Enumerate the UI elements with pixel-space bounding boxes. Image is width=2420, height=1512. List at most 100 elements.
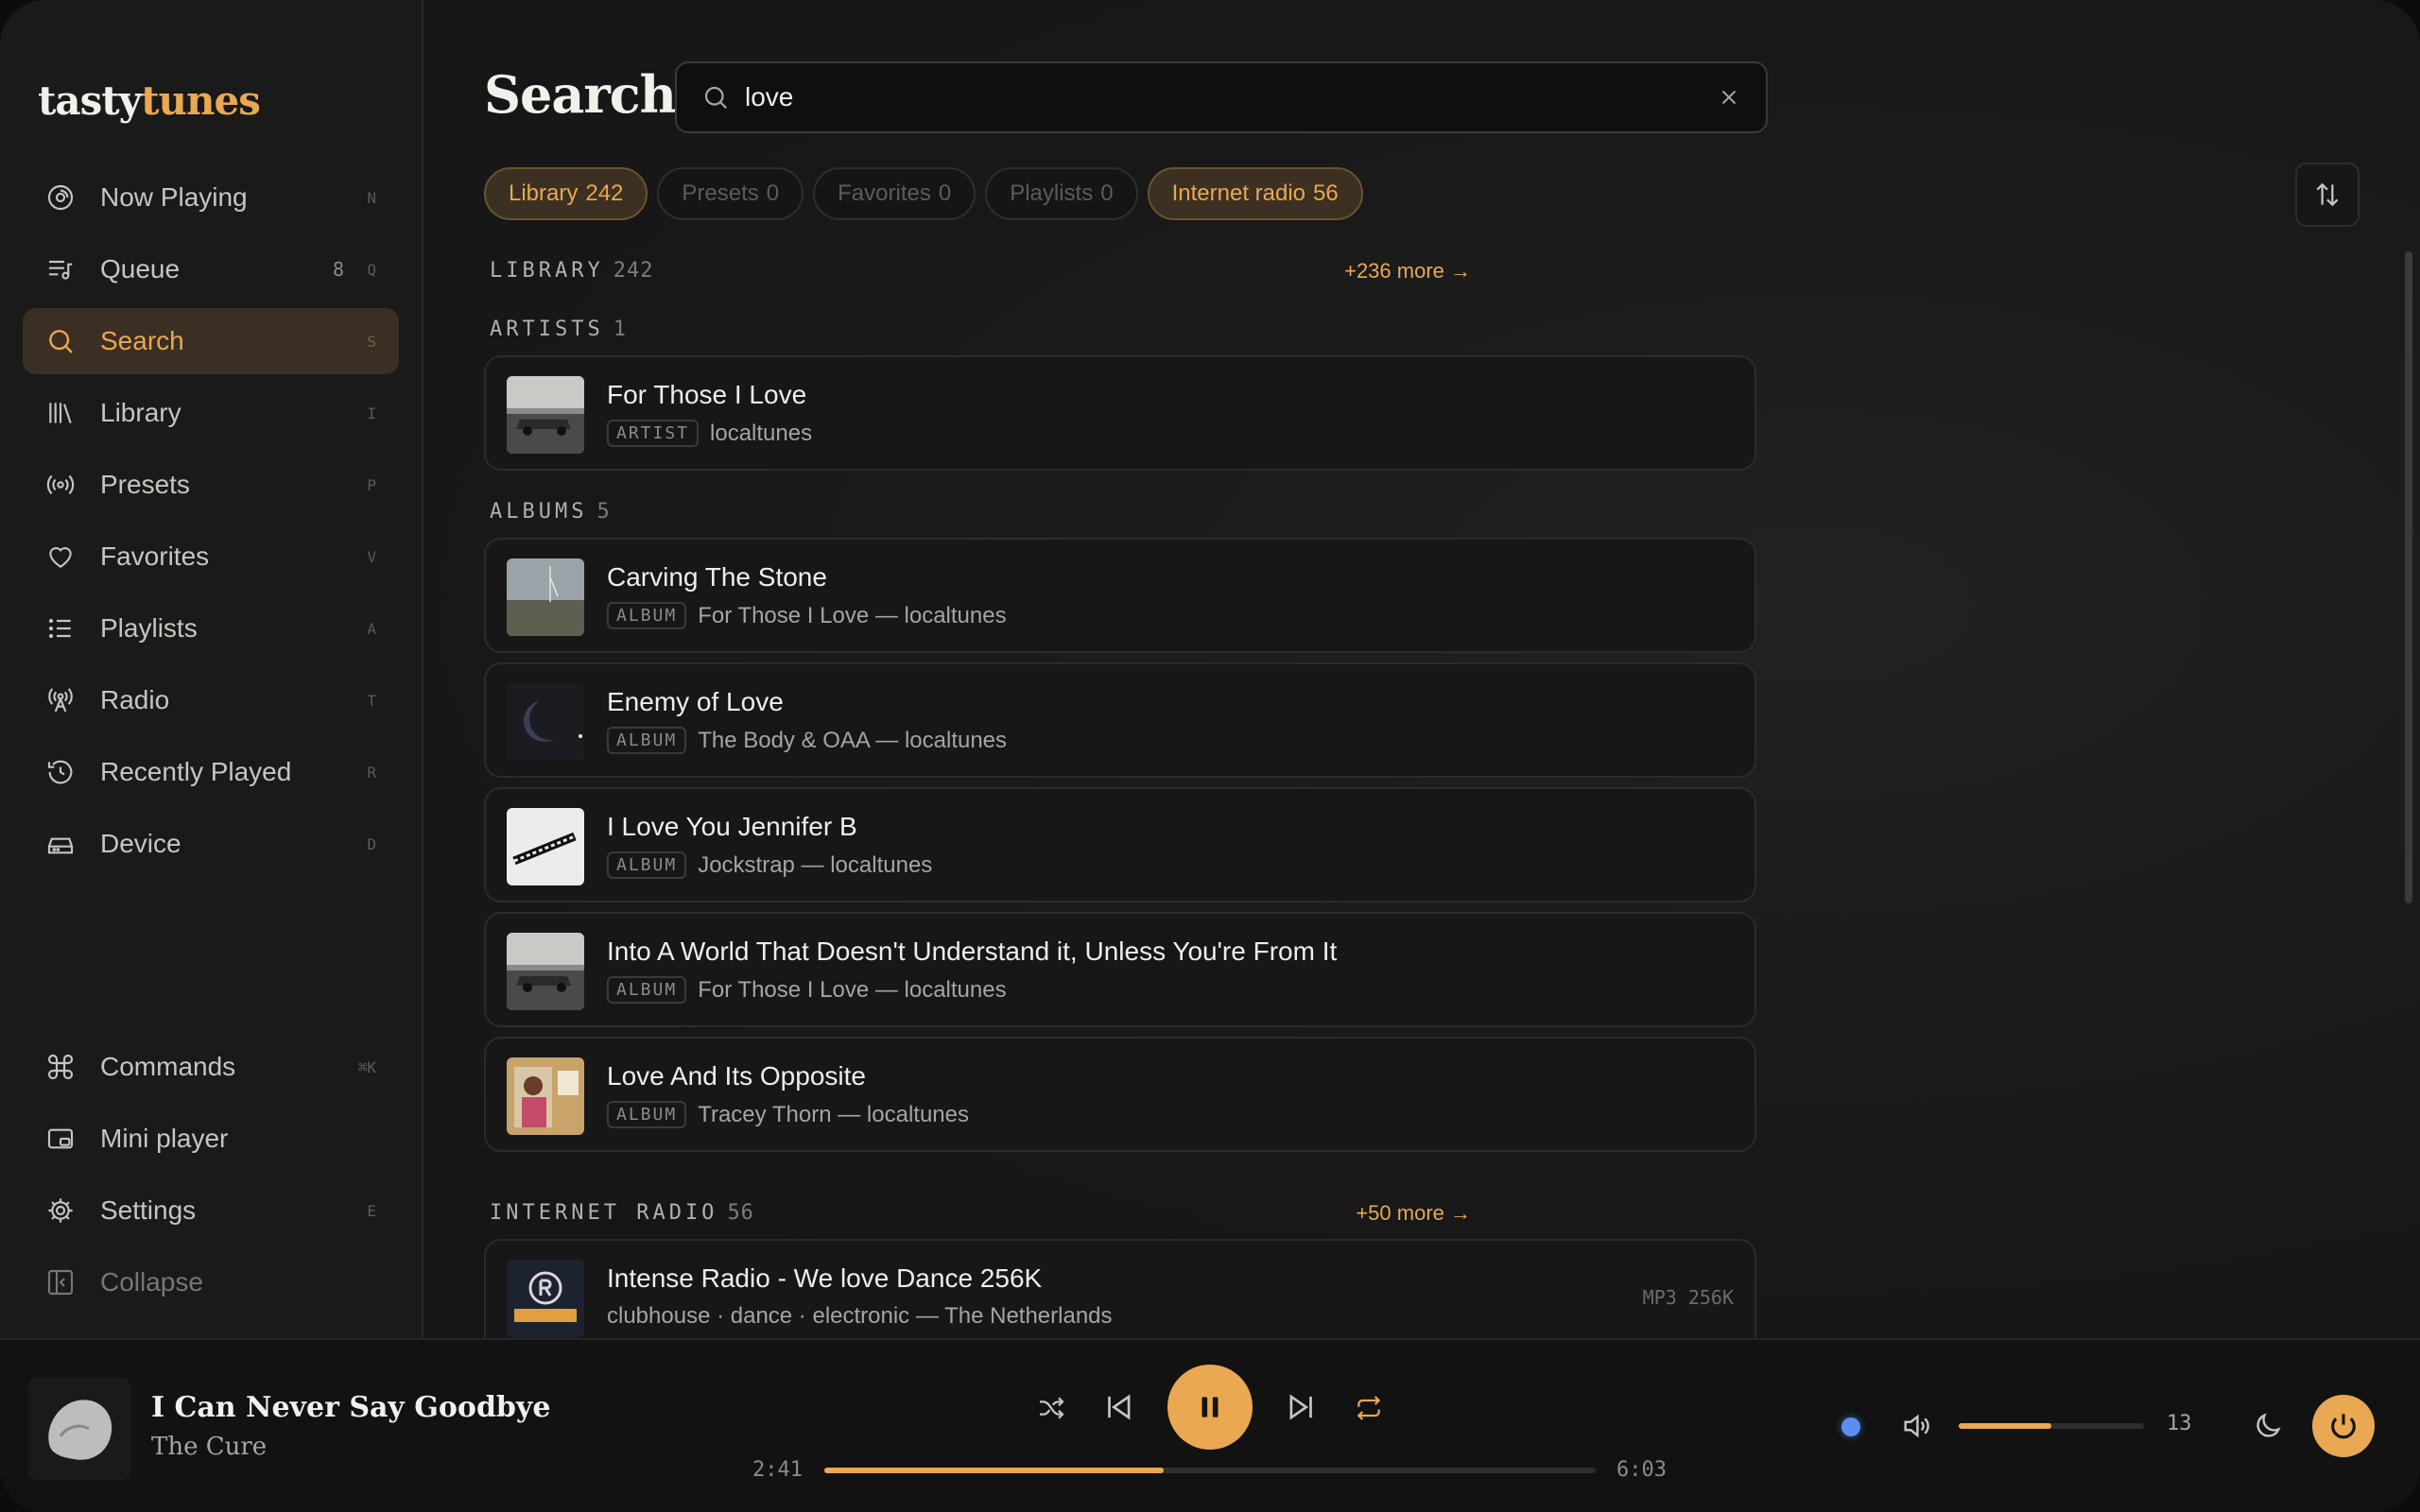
sidebar-item-label: Device: [100, 829, 182, 858]
volume-value: 13: [2167, 1412, 2192, 1435]
artist-artwork: [507, 376, 584, 454]
result-subtitle: For Those I Love — localtunes: [698, 976, 1007, 1003]
section-count: 242: [613, 259, 654, 283]
chip-count: 0: [938, 180, 952, 206]
logo-text-accent: tunes: [141, 77, 261, 124]
section-label: LIBRARY: [490, 259, 604, 283]
sidebar-item-collapse[interactable]: Collapse: [23, 1249, 399, 1315]
sidebar-item-recently-played[interactable]: Recently Played R: [23, 739, 399, 805]
shuffle-button[interactable]: [1036, 1393, 1066, 1423]
shortcut-key: E: [367, 1201, 376, 1220]
search-bar[interactable]: [675, 61, 1768, 133]
next-button[interactable]: [1284, 1389, 1320, 1425]
result-type-tag: ALBUM: [607, 602, 687, 629]
radio-tower-icon: [45, 685, 76, 715]
mute-button[interactable]: [1900, 1410, 1932, 1442]
sidebar-item-device[interactable]: Device D: [23, 811, 399, 877]
result-type-tag: ALBUM: [607, 851, 687, 879]
library-icon: [45, 398, 76, 428]
chip-label: Favorites: [838, 180, 931, 206]
repeat-icon: [1357, 1396, 1381, 1420]
shortcut-key: D: [367, 834, 376, 853]
seek-bar[interactable]: [824, 1468, 1596, 1473]
sidebar-item-library[interactable]: Library I: [23, 380, 399, 446]
volume-slider[interactable]: [1959, 1423, 2144, 1429]
sidebar-item-commands[interactable]: Commands ⌘K: [23, 1034, 399, 1100]
power-button[interactable]: [2312, 1395, 2375, 1457]
result-meta: ALBUM For Those I Love — localtunes: [607, 976, 1007, 1004]
gear-icon: [45, 1195, 76, 1226]
sidebar-item-search[interactable]: Search S: [23, 308, 399, 374]
app-window: tastytunes Now Playing N Queue 8 Q Searc…: [0, 0, 2420, 1512]
shortcut-key: S: [367, 332, 376, 351]
result-subtitle: localtunes: [710, 420, 813, 446]
now-playing-artist[interactable]: The Cure: [151, 1433, 267, 1461]
sidebar-item-label: Presets: [100, 470, 190, 499]
command-icon: [45, 1052, 76, 1082]
repeat-button[interactable]: [1354, 1393, 1384, 1423]
sidebar-item-playlists[interactable]: Playlists A: [23, 595, 399, 662]
chip-count: 56: [1313, 180, 1339, 206]
sidebar-item-favorites[interactable]: Favorites V: [23, 524, 399, 590]
sidebar-item-label: Collapse: [100, 1267, 203, 1297]
filter-chip-library[interactable]: Library 242: [484, 167, 648, 220]
result-title: For Those I Love: [607, 380, 807, 409]
section-header-artists: ARTISTS 1: [490, 318, 627, 341]
theme-toggle-button[interactable]: [2252, 1410, 2284, 1442]
library-more-link[interactable]: +236 more →: [1344, 259, 1471, 284]
section-header-albums: ALBUMS 5: [490, 500, 611, 524]
sidebar-item-presets[interactable]: Presets P: [23, 452, 399, 518]
result-subtitle: For Those I Love — localtunes: [698, 602, 1007, 628]
filter-chip-playlists[interactable]: Playlists 0: [985, 167, 1138, 220]
artist-result-row[interactable]: For Those I Love ARTIST localtunes: [484, 355, 1756, 471]
pause-icon: [1201, 1397, 1219, 1418]
queue-count-badge: 8: [332, 258, 344, 281]
previous-button[interactable]: [1100, 1389, 1136, 1425]
app-logo[interactable]: tastytunes: [38, 77, 261, 124]
next-icon: [1289, 1394, 1312, 1420]
list-icon: [45, 613, 76, 644]
filter-chips: Library 242 Presets 0 Favorites 0 Playlists…: [484, 167, 1363, 220]
filter-chip-internet-radio[interactable]: Internet radio 56: [1147, 167, 1363, 220]
sidebar-item-label: Now Playing: [100, 182, 248, 212]
radio-more-link[interactable]: +50 more →: [1356, 1201, 1471, 1226]
chip-count: 0: [766, 180, 780, 206]
result-meta: ARTIST localtunes: [607, 420, 812, 447]
filter-chip-presets[interactable]: Presets 0: [657, 167, 804, 220]
result-title: Carving The Stone: [607, 562, 827, 592]
sidebar-item-label: Queue: [100, 254, 181, 284]
shuffle-icon: [1040, 1397, 1064, 1419]
chip-count: 0: [1100, 180, 1114, 206]
result-type-tag: ALBUM: [607, 727, 687, 754]
sidebar-item-settings[interactable]: Settings E: [23, 1177, 399, 1244]
album-result-row[interactable]: Carving The Stone ALBUM For Those I Love …: [484, 538, 1756, 653]
filter-chip-favorites[interactable]: Favorites 0: [813, 167, 977, 220]
sidebar-item-queue[interactable]: Queue 8 Q: [23, 236, 399, 302]
album-result-row[interactable]: Enemy of Love ALBUM The Body & OAA — loca…: [484, 662, 1756, 778]
scrollbar-thumb[interactable]: [2405, 251, 2412, 903]
result-meta: ALBUM The Body & OAA — localtunes: [607, 727, 1007, 754]
album-artwork: [507, 1057, 584, 1135]
sidebar-item-now-playing[interactable]: Now Playing N: [23, 164, 399, 231]
search-input[interactable]: [745, 82, 1717, 112]
clear-search-icon[interactable]: [1717, 85, 1741, 110]
shortcut-key: N: [367, 188, 376, 207]
result-type-tag: ALBUM: [607, 976, 687, 1004]
album-artwork: [507, 558, 584, 636]
now-playing-artwork[interactable]: [28, 1378, 130, 1480]
pause-button[interactable]: [1167, 1365, 1253, 1450]
radio-result-row[interactable]: Intense Radio - We love Dance 256K clubh…: [484, 1239, 1756, 1354]
sidebar-item-radio[interactable]: Radio T: [23, 667, 399, 733]
total-duration: 6:03: [1616, 1458, 1667, 1482]
sort-button[interactable]: [2295, 163, 2360, 227]
album-result-row[interactable]: I Love You Jennifer B ALBUM Jockstrap — l…: [484, 787, 1756, 902]
search-icon: [45, 326, 76, 356]
sidebar-item-mini-player[interactable]: Mini player: [23, 1106, 399, 1172]
album-result-row[interactable]: Into A World That Doesn't Understand it,…: [484, 912, 1756, 1027]
chip-label: Library: [509, 180, 579, 206]
section-label: ARTISTS: [490, 318, 604, 341]
album-result-row[interactable]: Love And Its Opposite ALBUM Tracey Thorn …: [484, 1037, 1756, 1152]
result-title: I Love You Jennifer B: [607, 812, 857, 841]
device-icon: [45, 829, 76, 859]
shortcut-key: I: [367, 404, 376, 422]
